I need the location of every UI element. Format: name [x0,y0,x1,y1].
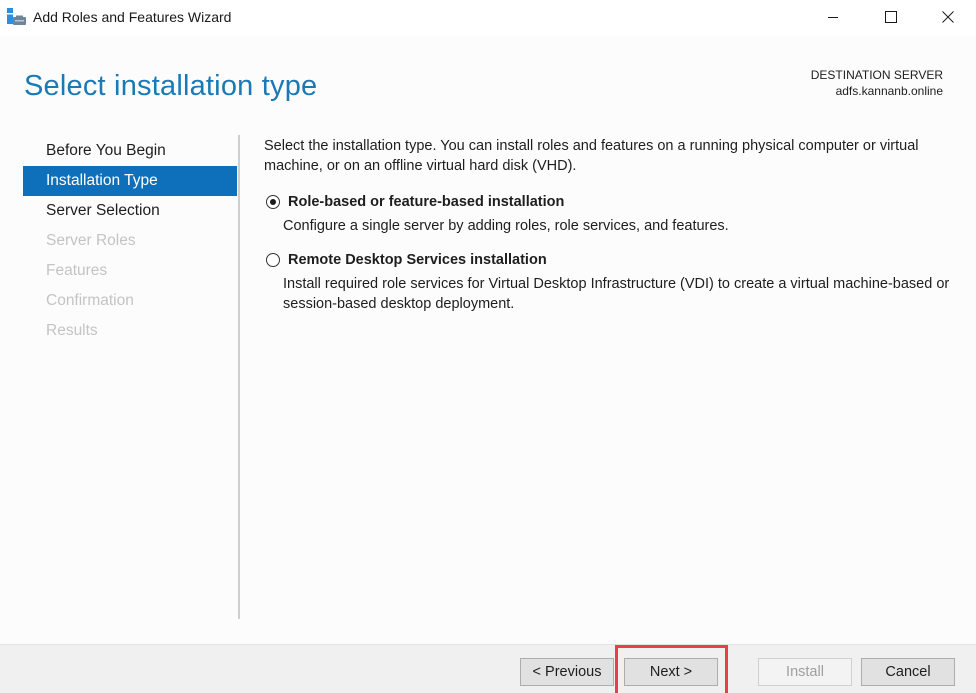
next-button[interactable]: Next > [624,658,718,686]
wizard-content: Select installation type DESTINATION SER… [0,36,976,644]
wizard-nav: Before You Begin Installation Type Serve… [23,136,237,346]
nav-item-confirmation: Confirmation [46,292,134,309]
destination-label: DESTINATION SERVER [810,68,943,82]
destination-server-name: adfs.kannanb.online [835,84,943,98]
wizard-footer: < Previous Next > Install Cancel [0,644,976,693]
nav-divider [238,135,240,619]
radio-role-based[interactable] [266,195,280,209]
nav-item-installation-type[interactable]: Installation Type [23,166,237,196]
nav-item-server-roles: Server Roles [46,232,136,249]
title-bar: Add Roles and Features Wizard [0,0,976,36]
maximize-icon [885,11,897,23]
option-role-based[interactable]: Role-based or feature-based installation… [264,192,964,236]
install-button: Install [758,658,852,686]
nav-item-before-you-begin[interactable]: Before You Begin [23,136,237,166]
server-manager-icon [7,8,27,26]
option-label[interactable]: Role-based or feature-based installation [264,192,964,212]
nav-item-server-selection[interactable]: Server Selection [23,196,237,226]
close-button[interactable] [925,0,971,34]
nav-item-features: Features [46,262,108,279]
cancel-button[interactable]: Cancel [861,658,955,686]
option-description: Install required role services for Virtu… [283,276,950,312]
radio-remote-desktop[interactable] [266,253,280,267]
maximize-button[interactable] [868,0,914,34]
option-description: Configure a single server by adding role… [283,218,729,234]
page-title: Select installation type [24,70,318,102]
intro-text: Select the installation type. You can in… [264,138,919,174]
close-icon [942,11,954,23]
nav-item-results: Results [46,322,98,339]
main-panel: Select the installation type. You can in… [264,136,964,314]
option-remote-desktop[interactable]: Remote Desktop Services installation Ins… [264,250,964,314]
window-title: Add Roles and Features Wizard [33,9,232,25]
minimize-button[interactable] [810,0,856,34]
option-label[interactable]: Remote Desktop Services installation [264,250,964,270]
previous-button[interactable]: < Previous [520,658,614,686]
destination-server: DESTINATION SERVER adfs.kannanb.online [811,67,943,99]
minimize-icon [828,17,838,18]
